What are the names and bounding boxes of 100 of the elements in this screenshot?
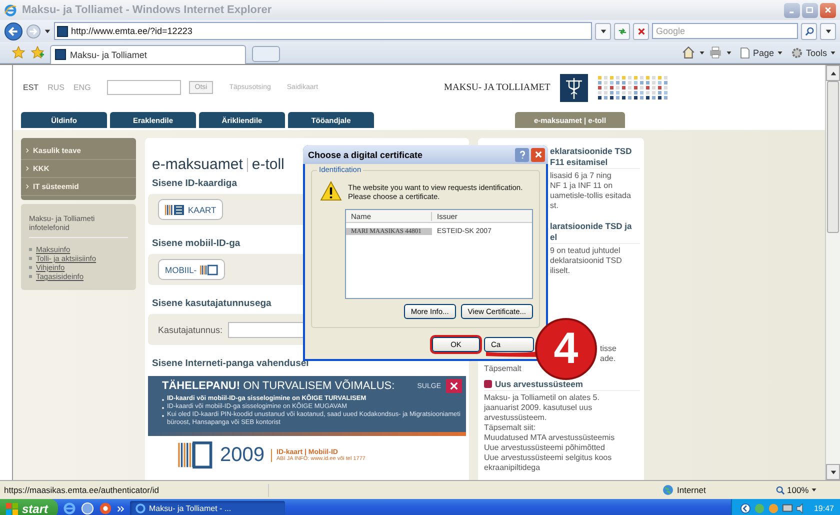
banner-title: TÄHELEPANU! ON TURVALISEM VÕIMALUS: (162, 380, 396, 392)
section-heading: Sisene Interneti-panga vahendusel (152, 358, 309, 369)
caret-icon (600, 28, 606, 34)
chevron-icon (26, 148, 29, 153)
close-icon (824, 6, 832, 14)
news-text: lisasid 6 ja 7 ning (550, 171, 612, 181)
section-heading: Sisene kasutajatunnusega (152, 298, 272, 309)
id-card-logo-icon (165, 204, 185, 216)
news-text: deklaratsioonid TSD (550, 256, 623, 266)
caret-icon (810, 487, 817, 493)
add-favorite-icon[interactable] (31, 46, 44, 59)
site-favicon-icon (57, 26, 68, 36)
app-quicklaunch-icon[interactable] (81, 502, 94, 515)
help-icon (518, 150, 526, 159)
bullet-icon (29, 266, 32, 269)
news-text: uametisle-tollis esitada (550, 191, 632, 201)
mobile-id-login-button[interactable]: MOBIIL- (158, 259, 225, 280)
command-menu-button[interactable]: Page (740, 46, 783, 58)
page-title: e-maksuamet (152, 156, 243, 173)
window-title: Maksu- ja Tolliamet - Windows Internet Explorer (22, 4, 273, 16)
news-heading[interactable]: F11 esitamisel (550, 157, 632, 168)
language-link[interactable]: EST (23, 83, 39, 92)
bullet-icon (29, 248, 32, 251)
news-link[interactable]: Muudatused MTA arvestussüsteemis (484, 433, 640, 443)
zoom-level-button[interactable]: 100% (776, 485, 836, 495)
news-text: tisse (600, 344, 618, 354)
close-button[interactable] (446, 379, 462, 393)
site-favicon-icon (55, 49, 66, 60)
caret-icon (830, 50, 836, 56)
bullet-icon (29, 275, 32, 278)
close-icon (534, 150, 542, 159)
clock: 19:47 (814, 504, 834, 513)
scrollbar[interactable] (825, 65, 840, 480)
windows-flag-icon (6, 502, 18, 514)
help-button[interactable] (515, 148, 529, 162)
news-text: Maksu- ja Tolliametil on alates 5. (484, 393, 600, 403)
favorites-star-icon[interactable] (12, 46, 25, 59)
news-bullet-icon (484, 380, 492, 388)
browser-logo-icon[interactable] (63, 502, 76, 515)
caret-icon[interactable] (698, 50, 705, 56)
magnifier-icon (776, 486, 785, 494)
browser-logo-icon (4, 4, 17, 16)
caret-icon[interactable] (44, 28, 51, 34)
search-options-button[interactable] (820, 22, 836, 40)
caret-icon (776, 50, 783, 56)
site-logo-text[interactable]: MAKSU- JA TOLLIAMET (444, 82, 550, 92)
news-text: jaanuarist 2009. kasutusel uus (484, 403, 594, 413)
bullet-icon (29, 257, 32, 260)
news-text: Täpsemalt siit: (484, 423, 537, 433)
id-logo-icon (200, 264, 218, 276)
news-link[interactable]: Uue arvestussüsteemi selgitus koos ekraanipiltidega (484, 453, 640, 473)
address-field[interactable]: http://www.emta.ee/?id=12223 (54, 22, 592, 40)
news-text: st. (550, 201, 560, 211)
search-button[interactable] (801, 22, 817, 40)
caret-icon[interactable] (726, 50, 732, 56)
stop-icon (636, 26, 646, 36)
chevron-icon (26, 166, 29, 171)
more-chevron-icon[interactable] (117, 504, 126, 512)
browser-tab[interactable]: Maksu- ja Tolliamet (50, 44, 246, 64)
page-icon (740, 46, 750, 58)
maximize-icon (806, 6, 814, 14)
news-heading[interactable]: eklaratsioonide TSD (550, 146, 632, 157)
monitor-icon[interactable] (782, 503, 793, 514)
news-text: ade. (600, 354, 617, 364)
news-text: NF 1 ja INF 11 on (550, 181, 614, 191)
news-heading[interactable]: Uus arvestussüsteem (495, 379, 583, 390)
caret-icon (824, 28, 832, 34)
section-heading: Sisene ID-kaardiga (152, 178, 238, 189)
stop-button[interactable] (633, 22, 649, 40)
command-menu-button[interactable]: Tools (790, 46, 836, 58)
username-label: Kasutajatunnus: (158, 324, 223, 334)
close-button[interactable] (531, 148, 545, 162)
home-icon[interactable] (682, 46, 695, 59)
page-title: e-toll (252, 156, 284, 173)
close-icon (450, 382, 458, 390)
security-zone-label: Internet (677, 485, 706, 495)
gear-icon (790, 46, 803, 58)
url-dropdown-button[interactable] (595, 22, 611, 40)
emblem-logo-icon[interactable] (560, 74, 588, 102)
refresh-icon (618, 26, 626, 36)
scroll-down-icon[interactable] (830, 468, 836, 476)
app-quicklaunch-icon[interactable] (99, 502, 112, 515)
status-text: https://maasikas.emta.ee/authenticator/id (4, 485, 160, 495)
chevron-icon (26, 184, 29, 189)
scroll-up-icon[interactable] (830, 70, 836, 76)
news-heading[interactable]: el (550, 232, 632, 243)
site-search-field[interactable] (106, 80, 181, 95)
section-heading: Sisene mobiil-ID-ga (152, 238, 240, 249)
back-icon[interactable] (4, 22, 23, 40)
news-text: 9 on teatud juhtudel (550, 246, 622, 256)
banner-year: 2009 (220, 443, 264, 467)
browser-logo-icon (135, 503, 146, 514)
news-heading[interactable]: laratsioonide TSD ja (550, 221, 632, 232)
warning-icon (320, 181, 342, 201)
search-field[interactable]: Google (652, 23, 798, 39)
news-link[interactable]: Uue arvestussüsteemi põhimõtted (484, 443, 640, 453)
close-button[interactable] (820, 2, 836, 18)
id-card-login-button[interactable]: KAART (158, 199, 224, 220)
taskbar-window-button[interactable]: Maksu- ja Tolliamet - ... (130, 501, 286, 515)
globe-icon (662, 484, 674, 496)
